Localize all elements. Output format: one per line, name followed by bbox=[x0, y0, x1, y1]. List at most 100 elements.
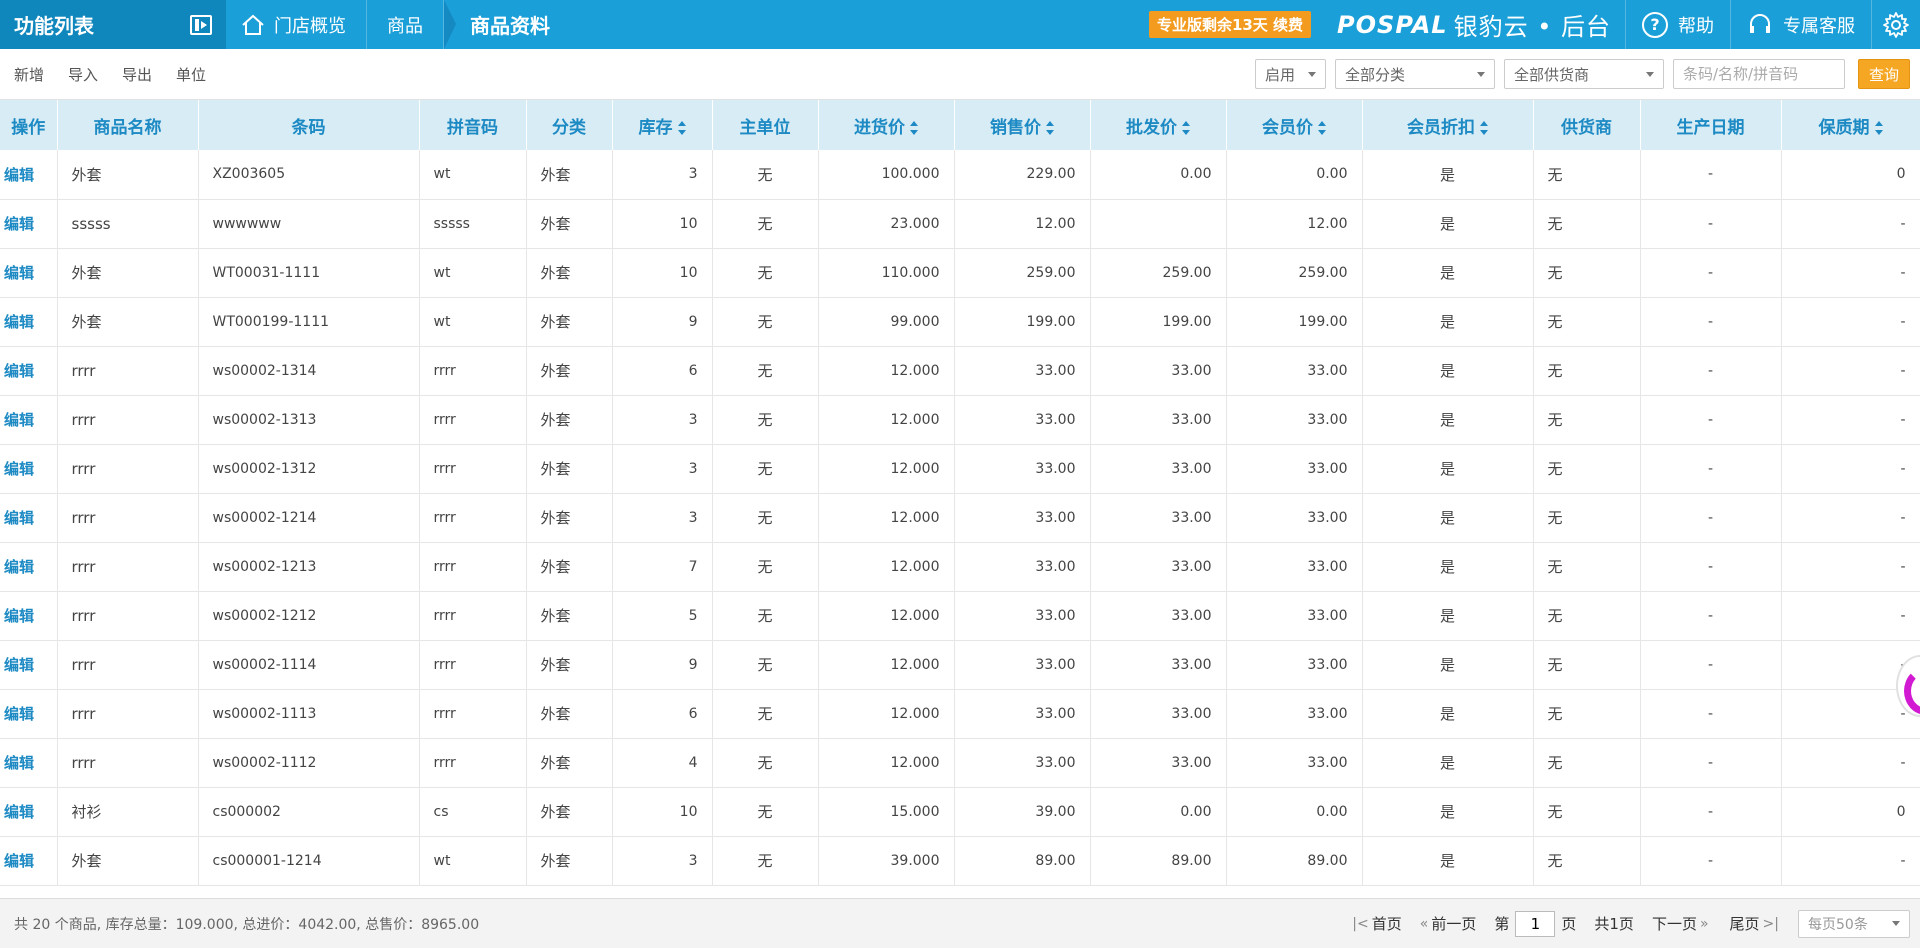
cell-unit: 无 bbox=[712, 493, 819, 543]
prev-page-button[interactable]: «前一页 bbox=[1420, 913, 1477, 934]
edit-link[interactable]: 编辑 bbox=[0, 248, 58, 298]
table-row: 编辑 rrrr ws00002-1212 rrrr 外套 5 无 12.000 33.00 33.… bbox=[0, 591, 1920, 641]
cell-pinyin: rrrr bbox=[419, 640, 527, 690]
cell-unit: 无 bbox=[712, 297, 819, 347]
search-input[interactable] bbox=[1673, 59, 1845, 89]
cell-sale-price: 39.00 bbox=[954, 787, 1091, 837]
col-header-sale-price[interactable]: 销售价 bbox=[954, 100, 1091, 150]
col-header-stock[interactable]: 库存 bbox=[612, 100, 713, 150]
cell-unit: 无 bbox=[712, 199, 819, 249]
edit-link[interactable]: 编辑 bbox=[0, 640, 58, 690]
edit-link[interactable]: 编辑 bbox=[0, 836, 58, 886]
col-header-shelf-life[interactable]: 保质期 bbox=[1781, 100, 1920, 150]
cell-purchase-price: 12.000 bbox=[818, 444, 955, 494]
cell-supplier: 无 bbox=[1533, 150, 1641, 200]
cell-category: 外套 bbox=[526, 150, 613, 200]
page-size-select[interactable]: 每页50条 bbox=[1798, 909, 1910, 938]
table-row: 编辑 rrrr ws00002-1313 rrrr 外套 3 无 12.000 33.00 33.… bbox=[0, 395, 1920, 445]
cell-name: 外套 bbox=[57, 248, 199, 298]
cell-purchase-price: 39.000 bbox=[818, 836, 955, 886]
edit-link[interactable]: 编辑 bbox=[0, 346, 58, 396]
col-header-pinyin: 拼音码 bbox=[419, 100, 527, 150]
function-list-toggle[interactable]: 功能列表 bbox=[0, 0, 226, 49]
cell-wholesale-price: 33.00 bbox=[1090, 395, 1227, 445]
sort-icon[interactable] bbox=[1318, 120, 1326, 135]
cell-member-price: 0.00 bbox=[1226, 787, 1363, 837]
cell-name: rrrr bbox=[57, 542, 199, 592]
page-suffix: 页 bbox=[1561, 915, 1577, 933]
cell-name: rrrr bbox=[57, 640, 199, 690]
col-header-wholesale-price[interactable]: 批发价 bbox=[1090, 100, 1227, 150]
cell-shelf-life: - bbox=[1781, 542, 1920, 592]
sidebar-toggle-icon[interactable] bbox=[190, 14, 212, 35]
cell-production-date: - bbox=[1640, 738, 1782, 788]
edit-link[interactable]: 编辑 bbox=[0, 591, 58, 641]
category-select-value: 全部分类 bbox=[1345, 65, 1406, 84]
breadcrumb-products[interactable]: 商品 bbox=[367, 0, 444, 49]
status-select[interactable]: 启用 bbox=[1255, 59, 1326, 89]
renew-badge[interactable]: 专业版剩余13天 续费 bbox=[1148, 11, 1312, 38]
total-pages: 共1页 bbox=[1594, 915, 1634, 933]
sort-icon[interactable] bbox=[677, 120, 686, 135]
unit-button[interactable]: 单位 bbox=[176, 64, 206, 85]
cell-wholesale-price: 89.00 bbox=[1090, 836, 1227, 886]
edit-link[interactable]: 编辑 bbox=[0, 787, 58, 837]
cell-member-discount: 是 bbox=[1362, 738, 1534, 788]
cell-member-price: 199.00 bbox=[1226, 297, 1363, 347]
edit-link[interactable]: 编辑 bbox=[0, 689, 58, 739]
cell-pinyin: sssss bbox=[419, 199, 527, 249]
cell-supplier: 无 bbox=[1533, 738, 1641, 788]
category-select[interactable]: 全部分类 bbox=[1335, 59, 1495, 89]
edit-link[interactable]: 编辑 bbox=[0, 444, 58, 494]
last-page-button[interactable]: 尾页 >| bbox=[1730, 913, 1782, 934]
breadcrumb-product-info: 商品资料 bbox=[444, 0, 570, 49]
first-page-button[interactable]: |< 首页 bbox=[1352, 913, 1401, 934]
cell-stock: 3 bbox=[612, 836, 713, 886]
supplier-select[interactable]: 全部供货商 bbox=[1504, 59, 1664, 89]
cell-supplier: 无 bbox=[1533, 297, 1641, 347]
cell-pinyin: wt bbox=[419, 248, 527, 298]
table-row: 编辑 外套 WT00031-1111 wt 外套 10 无 110.000 259.00 259.… bbox=[0, 248, 1920, 298]
page-number-input[interactable] bbox=[1515, 910, 1556, 937]
settings-button[interactable] bbox=[1871, 0, 1920, 49]
cell-unit: 无 bbox=[712, 836, 819, 886]
cell-unit: 无 bbox=[712, 395, 819, 445]
col-header-member-price[interactable]: 会员价 bbox=[1226, 100, 1363, 150]
breadcrumb-store-overview[interactable]: 门店概览 bbox=[226, 0, 367, 49]
logo-latin: POSPAL bbox=[1337, 10, 1448, 39]
edit-link[interactable]: 编辑 bbox=[0, 738, 58, 788]
cell-wholesale-price: 33.00 bbox=[1090, 738, 1227, 788]
customer-service-button[interactable]: 专属客服 bbox=[1730, 0, 1871, 49]
edit-link[interactable]: 编辑 bbox=[0, 199, 58, 249]
page-indicator: 第 页 bbox=[1494, 910, 1577, 937]
add-product-button[interactable]: 新增 bbox=[14, 64, 44, 85]
col-header-purchase-price[interactable]: 进货价 bbox=[818, 100, 955, 150]
sort-icon[interactable] bbox=[910, 120, 918, 135]
sort-icon[interactable] bbox=[1480, 120, 1488, 135]
cell-stock: 3 bbox=[612, 395, 713, 445]
edit-link[interactable]: 编辑 bbox=[0, 395, 58, 445]
import-button[interactable]: 导入 bbox=[68, 64, 98, 85]
cell-sale-price: 33.00 bbox=[954, 640, 1091, 690]
sort-icon[interactable] bbox=[1182, 120, 1190, 135]
edit-link[interactable]: 编辑 bbox=[0, 150, 58, 200]
cell-pinyin: rrrr bbox=[419, 346, 527, 396]
cell-name: rrrr bbox=[57, 493, 199, 543]
next-page-button[interactable]: 下一页» bbox=[1652, 913, 1712, 934]
col-header-member-discount[interactable]: 会员折扣 bbox=[1362, 100, 1534, 150]
cell-category: 外套 bbox=[526, 836, 613, 886]
cell-pinyin: wt bbox=[419, 836, 527, 886]
table-row: 编辑 外套 cs000001-1214 wt 外套 3 无 39.000 89.00 89.00 8… bbox=[0, 836, 1920, 886]
query-button[interactable]: 查询 bbox=[1858, 59, 1910, 89]
sort-icon[interactable] bbox=[1046, 120, 1054, 135]
edit-link[interactable]: 编辑 bbox=[0, 297, 58, 347]
edit-link[interactable]: 编辑 bbox=[0, 493, 58, 543]
export-button[interactable]: 导出 bbox=[122, 64, 152, 85]
cell-unit: 无 bbox=[712, 248, 819, 298]
help-button[interactable]: ? 帮助 bbox=[1625, 0, 1730, 49]
edit-link[interactable]: 编辑 bbox=[0, 542, 58, 592]
cell-category: 外套 bbox=[526, 346, 613, 396]
cell-wholesale-price: 33.00 bbox=[1090, 689, 1227, 739]
sort-icon[interactable] bbox=[1874, 120, 1883, 135]
cell-member-price: 33.00 bbox=[1226, 689, 1363, 739]
